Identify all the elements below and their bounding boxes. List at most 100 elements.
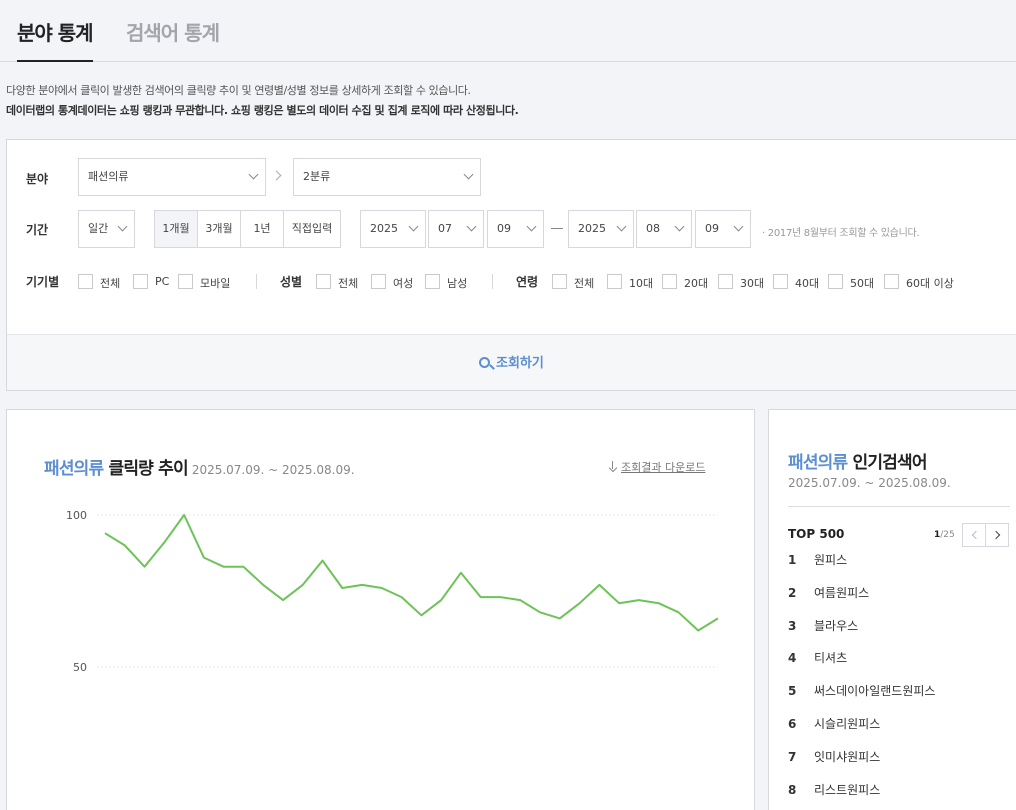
category2-select[interactable]: 2분류	[293, 158, 481, 196]
device-label: 기기별	[26, 275, 60, 289]
period-note: · 2017년 8월부터 조회할 수 있습니다.	[762, 228, 920, 239]
device-pc-checkbox[interactable]	[133, 274, 148, 289]
device-all-checkbox[interactable]	[78, 274, 93, 289]
rank-keyword: 써스데이아일랜드원피스	[814, 684, 936, 699]
click-trend-chart: 100 50	[66, 509, 724, 674]
rank-keyword: 원피스	[814, 553, 848, 567]
data-point[interactable]	[455, 567, 467, 579]
start-year-select[interactable]: 2025	[360, 210, 426, 248]
age-10s-label: 10대	[629, 277, 654, 290]
tab-keyword-stats[interactable]: 검색어 통계	[126, 17, 220, 46]
data-point[interactable]	[277, 594, 289, 606]
data-point[interactable]	[376, 582, 388, 594]
age-50s-checkbox[interactable]	[828, 274, 843, 289]
age-40s-checkbox[interactable]	[773, 274, 788, 289]
data-point[interactable]	[317, 555, 329, 567]
age-20s-checkbox[interactable]	[662, 274, 677, 289]
popular-keywords-card: 패션의류 인기검색어 2025.07.09. ~ 2025.08.09. TOP…	[768, 409, 1016, 810]
data-point[interactable]	[514, 594, 526, 606]
period-unit-select[interactable]: 일간	[78, 210, 135, 248]
list-item[interactable]: 7 잇미샤원피스	[788, 748, 935, 781]
rank-keyword: 시슬리원피스	[814, 716, 881, 731]
y-tick-label: 100	[66, 509, 87, 522]
period-unit-value: 일간	[88, 222, 109, 235]
data-point[interactable]	[613, 597, 625, 609]
data-point[interactable]	[574, 597, 586, 609]
data-point[interactable]	[297, 579, 309, 591]
age-30s-checkbox[interactable]	[718, 274, 733, 289]
data-point[interactable]	[178, 509, 190, 521]
data-point[interactable]	[158, 536, 170, 548]
tab-category-stats[interactable]: 분야 통계	[17, 17, 94, 62]
data-point[interactable]	[356, 579, 368, 591]
chevron-down-icon	[408, 221, 419, 232]
data-point[interactable]	[494, 591, 506, 603]
start-month-value: 07	[438, 222, 452, 235]
search-icon	[479, 357, 490, 368]
list-item[interactable]: 2 여름원피스	[788, 584, 935, 617]
list-item[interactable]: 4 티셔츠	[788, 649, 935, 682]
data-point[interactable]	[475, 591, 487, 603]
gender-female-label: 여성	[393, 277, 414, 290]
category1-select[interactable]: 패션의류	[78, 158, 266, 196]
data-point[interactable]	[336, 582, 348, 594]
list-item[interactable]: 1 원피스	[788, 551, 935, 584]
data-point[interactable]	[633, 594, 645, 606]
list-item[interactable]: 3 블라우스	[788, 617, 935, 650]
rank-title-category: 패션의류	[788, 453, 848, 473]
data-point[interactable]	[237, 561, 249, 573]
rank-keyword: 티셔츠	[814, 651, 848, 666]
data-point[interactable]	[139, 561, 151, 573]
age-all-checkbox[interactable]	[552, 274, 567, 289]
date-range-dash	[551, 228, 563, 229]
gender-all-checkbox[interactable]	[316, 274, 331, 289]
list-item[interactable]: 6 시슬리원피스	[788, 715, 935, 748]
data-point[interactable]	[396, 591, 408, 603]
data-point[interactable]	[692, 625, 704, 637]
search-button[interactable]: 조회하기	[479, 352, 544, 371]
period-1year-button[interactable]: 1년	[240, 210, 284, 248]
top-label: TOP 500	[788, 527, 845, 541]
age-all-label: 전체	[574, 277, 595, 290]
list-item[interactable]: 5 써스데이아일랜드원피스	[788, 682, 935, 715]
chevron-down-icon	[117, 221, 128, 232]
data-point[interactable]	[593, 579, 605, 591]
next-page-button[interactable]	[985, 523, 1009, 547]
list-item[interactable]: 8 리스트원피스	[788, 781, 935, 810]
data-point[interactable]	[198, 552, 210, 564]
gender-female-checkbox[interactable]	[371, 274, 386, 289]
device-mobile-checkbox[interactable]	[178, 274, 193, 289]
age-10s-checkbox[interactable]	[607, 274, 622, 289]
period-3month-button[interactable]: 3개월	[197, 210, 241, 248]
keyword-list: 1 원피스 2 여름원피스 3 블라우스 4 티셔츠 5 써스데이아일랜드원피스 6 시슬리…	[788, 551, 935, 810]
period-custom-button[interactable]: 직접입력	[283, 210, 341, 248]
device-pc-label: PC	[155, 275, 170, 288]
data-point[interactable]	[653, 597, 665, 609]
age-60s-checkbox[interactable]	[884, 274, 899, 289]
chevron-down-icon	[674, 221, 685, 232]
prev-page-button[interactable]	[962, 523, 986, 547]
end-year-select[interactable]: 2025	[568, 210, 634, 248]
start-day-select[interactable]: 09	[487, 210, 544, 248]
device-all-label: 전체	[100, 277, 121, 290]
period-1month-button[interactable]: 1개월	[154, 210, 198, 248]
age-50s-label: 50대	[850, 277, 875, 290]
data-point[interactable]	[672, 606, 684, 618]
end-day-select[interactable]: 09	[695, 210, 751, 248]
data-point[interactable]	[534, 606, 546, 618]
data-point[interactable]	[712, 612, 724, 624]
data-point[interactable]	[415, 609, 427, 621]
data-point[interactable]	[218, 561, 230, 573]
data-point[interactable]	[257, 579, 269, 591]
chevron-down-icon	[466, 221, 477, 232]
data-point[interactable]	[99, 527, 111, 539]
data-point[interactable]	[435, 594, 447, 606]
search-bar: 조회하기	[7, 334, 1016, 390]
end-year-value: 2025	[578, 222, 606, 235]
start-month-select[interactable]: 07	[428, 210, 484, 248]
data-point[interactable]	[554, 612, 566, 624]
gender-male-checkbox[interactable]	[425, 274, 440, 289]
chevron-right-icon	[991, 530, 1001, 540]
data-point[interactable]	[119, 539, 131, 551]
end-month-select[interactable]: 08	[636, 210, 692, 248]
